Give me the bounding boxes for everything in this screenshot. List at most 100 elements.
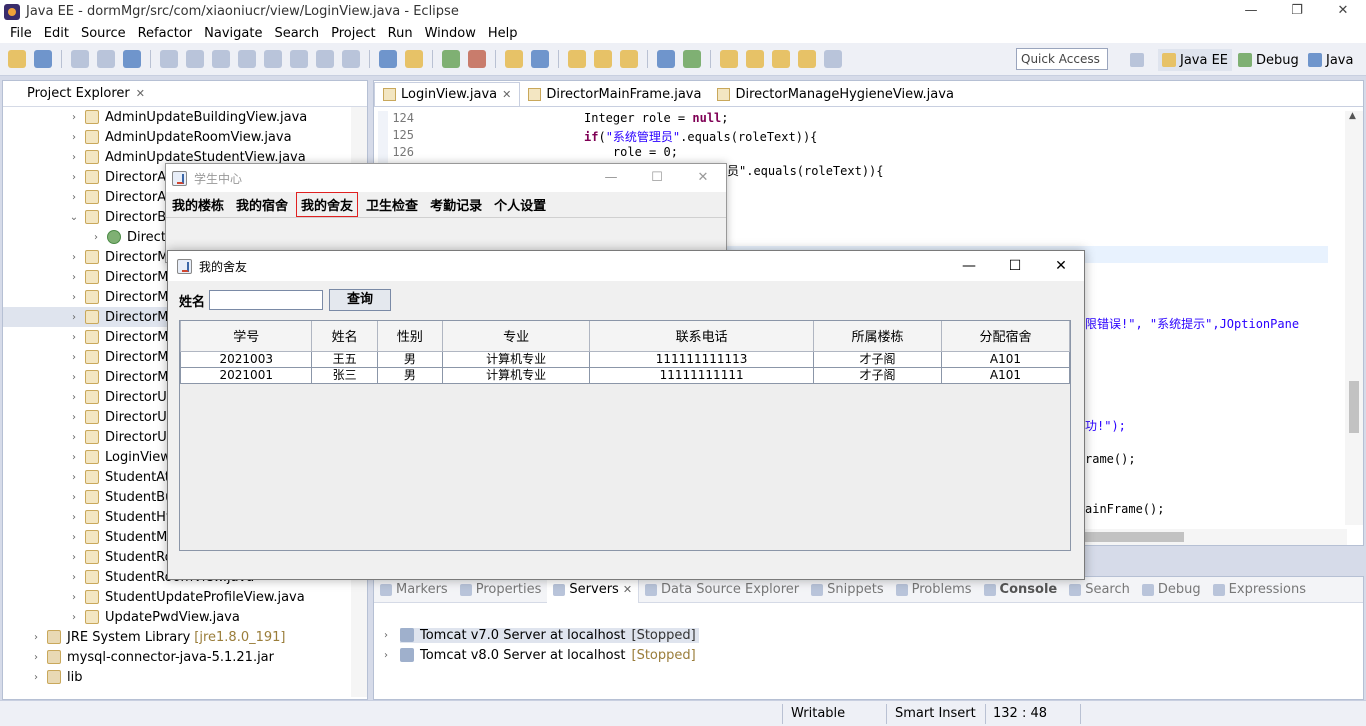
tab-console[interactable]: Console	[978, 582, 1064, 597]
disconnect-icon[interactable]	[264, 50, 282, 68]
menu-help[interactable]: Help	[482, 26, 524, 41]
restore-button[interactable]: ❐	[1274, 0, 1320, 23]
tree-item[interactable]: › StudentUpdateProfileView.java	[3, 587, 353, 607]
open-perspective-button[interactable]	[1130, 49, 1148, 71]
expand-icon[interactable]: ›	[384, 630, 400, 641]
expand-icon[interactable]: ›	[384, 650, 400, 661]
search-tool-icon[interactable]	[620, 50, 638, 68]
menu-refactor[interactable]: Refactor	[132, 26, 199, 41]
maximize-button[interactable]: ☐	[634, 164, 680, 192]
menu-window[interactable]: Window	[419, 26, 482, 41]
roommates-table-scrollpane[interactable]: 学号 姓名 性别 专业 联系电话 所属楼栋 分配宿舍 2021003 王五男计算机专业 1111…	[179, 320, 1071, 551]
minimize-button[interactable]: —	[946, 251, 992, 281]
tab-problems[interactable]: Problems	[890, 582, 978, 597]
menu-my-building[interactable]: 我的楼栋	[168, 193, 228, 216]
tab-data-source-explorer[interactable]: Data Source Explorer	[639, 582, 805, 597]
run-ext-icon[interactable]	[683, 50, 701, 68]
close-view-icon[interactable]: ✕	[136, 87, 145, 100]
chevron-right-icon[interactable]: ›	[67, 512, 81, 523]
project-explorer-title[interactable]: Project Explorer	[27, 86, 130, 101]
table-cell[interactable]: 张三	[311, 366, 378, 384]
quick-access-input[interactable]: Quick Access	[1016, 48, 1108, 70]
terminal-icon[interactable]	[123, 50, 141, 68]
chevron-right-icon[interactable]: ›	[29, 672, 43, 683]
resume-icon[interactable]	[186, 50, 204, 68]
table-cell[interactable]: 计算机专业	[441, 366, 591, 384]
step-return-icon[interactable]	[342, 50, 360, 68]
menu-my-roommates[interactable]: 我的舍友	[296, 192, 359, 217]
menu-edit[interactable]: Edit	[38, 26, 75, 41]
minimize-button[interactable]: —	[1228, 0, 1274, 23]
open-type-icon[interactable]	[568, 50, 586, 68]
query-button[interactable]: 查询	[329, 289, 392, 311]
toggle-mark-icon[interactable]	[379, 50, 397, 68]
chevron-right-icon[interactable]: ›	[67, 272, 81, 283]
new-java-project-icon[interactable]	[505, 50, 523, 68]
chevron-right-icon[interactable]: ›	[67, 152, 81, 163]
menu-run[interactable]: Run	[382, 26, 419, 41]
chevron-right-icon[interactable]: ›	[29, 652, 43, 663]
tab-markers[interactable]: Markers	[374, 582, 454, 597]
close-tab-icon[interactable]: ✕	[502, 88, 511, 101]
menu-source[interactable]: Source	[75, 26, 132, 41]
tree-item[interactable]: › lib	[3, 667, 353, 687]
chevron-right-icon[interactable]: ›	[67, 252, 81, 263]
chevron-right-icon[interactable]: ›	[67, 132, 81, 143]
table-cell[interactable]: 男	[376, 350, 443, 368]
chevron-right-icon[interactable]: ›	[67, 352, 81, 363]
menu-navigate[interactable]: Navigate	[198, 26, 268, 41]
chevron-down-icon[interactable]: ⌄	[67, 212, 81, 223]
column-header[interactable]: 专业	[441, 321, 591, 352]
minimize-button[interactable]: —	[588, 164, 634, 192]
chevron-right-icon[interactable]: ›	[67, 572, 81, 583]
tree-item[interactable]: › JRE System Library [jre1.8.0_191]	[3, 627, 353, 647]
tab-loginview[interactable]: LoginView.java ✕	[374, 82, 521, 106]
menu-my-dorm[interactable]: 我的宿舍	[232, 193, 292, 216]
menu-file[interactable]: File	[4, 26, 38, 41]
tree-item[interactable]: › mysql-connector-java-5.1.21.jar	[3, 647, 353, 667]
table-cell[interactable]: 才子阁	[812, 366, 942, 384]
globe-icon[interactable]	[657, 50, 675, 68]
chevron-right-icon[interactable]: ›	[67, 532, 81, 543]
next-annotation-icon[interactable]	[720, 50, 738, 68]
perspective-java[interactable]: Java	[1308, 49, 1353, 71]
chevron-right-icon[interactable]: ›	[67, 592, 81, 603]
chevron-right-icon[interactable]: ›	[67, 452, 81, 463]
save-icon[interactable]	[71, 50, 89, 68]
forward-icon[interactable]	[824, 50, 842, 68]
new-wizard-icon[interactable]	[34, 50, 52, 68]
table-cell[interactable]: 王五	[311, 350, 378, 368]
tab-properties[interactable]: Properties	[454, 582, 548, 597]
table-row[interactable]: 2021001 张三男计算机专业 11111111111 才子阁 A101	[179, 366, 1071, 384]
name-input[interactable]	[209, 290, 324, 310]
roommates-titlebar[interactable]: 我的舍友 — ☐ ✕	[168, 251, 1084, 281]
table-cell[interactable]: 2021001	[179, 366, 313, 384]
suspend-icon[interactable]	[212, 50, 230, 68]
tab-snippets[interactable]: Snippets	[805, 582, 889, 597]
table-cell[interactable]: 才子阁	[812, 350, 942, 368]
perspective-java-ee[interactable]: Java EE	[1158, 49, 1233, 71]
new-class-icon[interactable]	[531, 50, 549, 68]
back-icon[interactable]	[798, 50, 816, 68]
column-header[interactable]: 分配宿舍	[940, 321, 1071, 352]
table-row[interactable]: 2021003 王五男计算机专业 111111111113 才子阁 A101	[179, 350, 1071, 368]
open-task-icon[interactable]	[405, 50, 423, 68]
run-icon[interactable]	[468, 50, 486, 68]
table-cell[interactable]: A101	[940, 366, 1071, 384]
editor-vertical-scrollbar[interactable]: ▲	[1345, 111, 1363, 525]
column-header[interactable]: 性别	[376, 321, 443, 352]
close-button[interactable]: ✕	[680, 164, 726, 192]
column-header[interactable]: 联系电话	[589, 321, 814, 352]
menu-attendance[interactable]: 考勤记录	[426, 193, 486, 216]
table-cell[interactable]: 男	[376, 366, 443, 384]
step-over-icon[interactable]	[316, 50, 334, 68]
chevron-right-icon[interactable]: ›	[67, 192, 81, 203]
close-tab-icon[interactable]: ✕	[623, 583, 632, 596]
server-row[interactable]: › Tomcat v7.0 Server at localhost [Stopp…	[374, 625, 1363, 645]
chevron-right-icon[interactable]: ›	[67, 112, 81, 123]
student-center-titlebar[interactable]: 学生中心 — ☐ ✕	[166, 164, 726, 192]
maximize-button[interactable]: ☐	[992, 251, 1038, 281]
tab-debug[interactable]: Debug	[1136, 582, 1207, 597]
tab-director-hygiene-view[interactable]: DirectorManageHygieneView.java	[709, 82, 961, 106]
chevron-right-icon[interactable]: ›	[29, 632, 43, 643]
